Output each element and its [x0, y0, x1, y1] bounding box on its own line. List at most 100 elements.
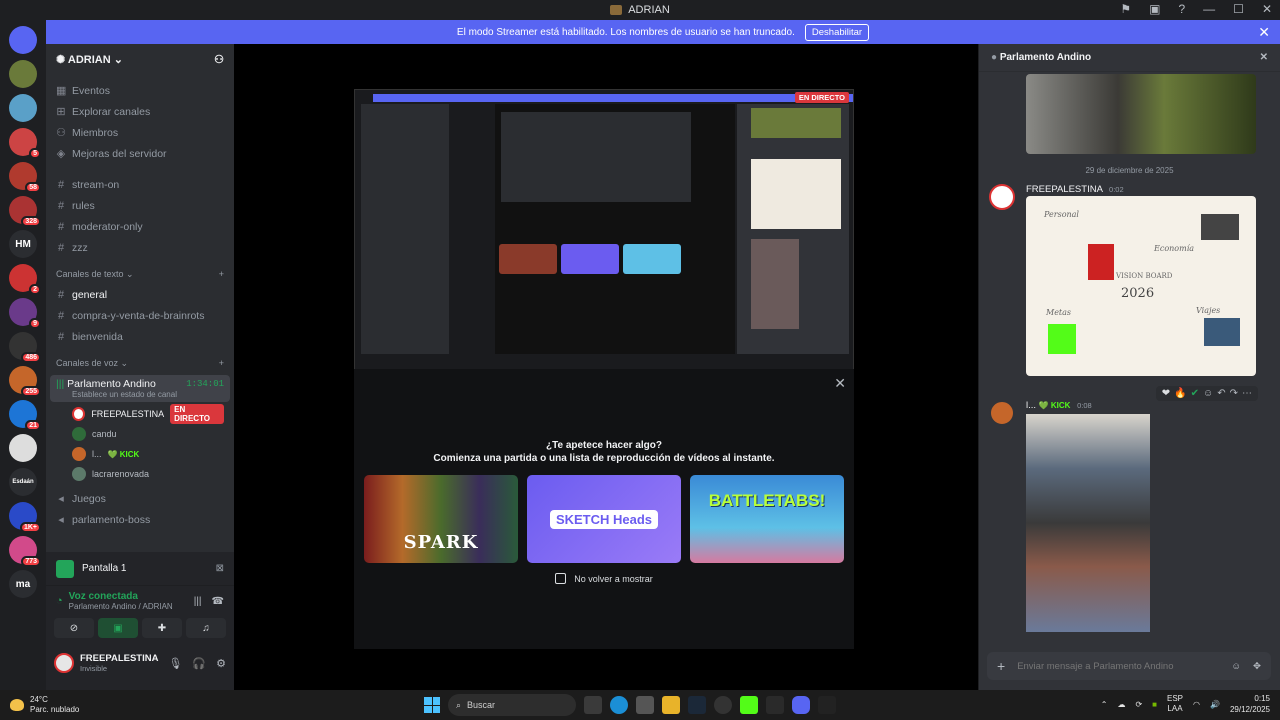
- disconnect-icon[interactable]: ☎: [212, 596, 224, 607]
- server-icon[interactable]: [9, 94, 37, 122]
- message-author[interactable]: FREEPALESTINA: [1026, 184, 1102, 195]
- server-icon[interactable]: 773: [9, 536, 41, 567]
- heart-reaction-icon[interactable]: ❤: [1162, 388, 1170, 399]
- kick-app-icon[interactable]: [740, 696, 758, 714]
- nav-boosts[interactable]: ◈ Mejoras del servidor: [46, 143, 234, 164]
- more-icon[interactable]: ⋯: [1242, 388, 1252, 399]
- stream-view[interactable]: EN DIRECTO: [354, 89, 854, 409]
- volume-icon[interactable]: 🔊: [1210, 700, 1220, 709]
- checkbox[interactable]: [555, 573, 567, 584]
- activity-card-spark[interactable]: SPARK: [364, 475, 518, 563]
- channel-bienvenida[interactable]: # bienvenida: [46, 326, 234, 347]
- user-info[interactable]: FREEPALESTINA Invisible: [80, 653, 158, 673]
- emoji-icon[interactable]: ☺: [1231, 661, 1241, 672]
- reply-icon[interactable]: ↶: [1217, 388, 1225, 399]
- terminal-icon[interactable]: [766, 696, 784, 714]
- server-icon[interactable]: [9, 434, 37, 462]
- server-icon[interactable]: [9, 60, 37, 88]
- voice-user[interactable]: l... 💚 KICK: [46, 444, 234, 464]
- server-icon[interactable]: ma: [9, 570, 37, 598]
- taskbar-search[interactable]: ⌕ Buscar: [448, 694, 576, 716]
- headphones-icon[interactable]: 🎧: [192, 657, 206, 670]
- voice-user[interactable]: candu: [46, 424, 234, 444]
- pin-icon[interactable]: ⚑: [1120, 2, 1131, 16]
- avatar[interactable]: [989, 400, 1015, 426]
- add-channel-icon[interactable]: +: [219, 269, 224, 279]
- nav-events[interactable]: ▦ Eventos: [46, 80, 234, 101]
- signal-icon[interactable]: ◔: [56, 595, 63, 607]
- minimize-button[interactable]: —: [1203, 2, 1215, 16]
- tray-chevron-icon[interactable]: ⌃: [1101, 700, 1108, 709]
- close-icon[interactable]: ✕: [1260, 52, 1268, 63]
- close-icon[interactable]: ✕: [1258, 24, 1270, 41]
- check-reaction-icon[interactable]: ✔: [1191, 388, 1199, 399]
- voice-channel-juegos[interactable]: ◂ Juegos: [46, 488, 234, 509]
- activity-card-battletabs[interactable]: BATTLETABS!: [690, 475, 844, 563]
- add-attachment-icon[interactable]: +: [997, 658, 1005, 674]
- activity-card-sketchheads[interactable]: SKETCH Heads: [527, 475, 681, 563]
- nav-members[interactable]: ⚇ Miembros: [46, 122, 234, 143]
- activities-button[interactable]: ✚: [142, 618, 182, 638]
- voice-channel-parlamento-boss[interactable]: ◂ parlamento-boss: [46, 509, 234, 530]
- emoji-icon[interactable]: ☺: [1203, 388, 1213, 399]
- server-icon[interactable]: 58: [9, 162, 41, 193]
- settings-icon[interactable]: ⚙: [216, 657, 226, 670]
- close-window-button[interactable]: ✕: [1262, 2, 1272, 16]
- inbox-icon[interactable]: ▣: [1149, 2, 1160, 16]
- server-icon[interactable]: 21: [9, 400, 41, 431]
- refresh-icon[interactable]: ⟳: [1135, 700, 1142, 709]
- channel-stream-on[interactable]: # stream-on: [46, 174, 234, 195]
- server-icon[interactable]: 1K+: [9, 502, 41, 533]
- file-explorer-icon[interactable]: [662, 696, 680, 714]
- wifi-icon[interactable]: ◠: [1193, 700, 1200, 709]
- channel-compra-venta[interactable]: # compra-y-venta-de-brainrots: [46, 305, 234, 326]
- channel-general[interactable]: # general: [46, 284, 234, 305]
- noise-suppression-icon[interactable]: |||: [194, 596, 202, 607]
- apps-icon[interactable]: ✥: [1253, 661, 1261, 672]
- stop-share-icon[interactable]: ⊠: [216, 563, 224, 574]
- maximize-button[interactable]: ☐: [1233, 2, 1244, 16]
- server-icon[interactable]: 328: [9, 196, 41, 227]
- avatar[interactable]: [54, 653, 74, 673]
- server-icon[interactable]: HM: [9, 230, 37, 258]
- steam-icon[interactable]: [688, 696, 706, 714]
- voice-channel-status[interactable]: Establece un estado de canal: [72, 390, 224, 399]
- voice-channel-parlamento[interactable]: ||| Parlamento Andino 1:34:01 Establece …: [50, 375, 230, 402]
- category-voice[interactable]: Canales de voz ⌄ +: [46, 353, 234, 373]
- guild-header[interactable]: ✺ ADRIAN ⌄ ⚇: [46, 44, 234, 74]
- voice-user[interactable]: FREEPALESTINA EN DIRECTO: [46, 404, 234, 424]
- soundboard-button[interactable]: ♫: [186, 618, 226, 638]
- clock[interactable]: 0:15 29/12/2025: [1230, 693, 1270, 715]
- disable-streamer-button[interactable]: Deshabilitar: [804, 23, 870, 41]
- task-view-icon[interactable]: [584, 696, 602, 714]
- camera-off-button[interactable]: ⊘: [54, 618, 94, 638]
- voice-user[interactable]: lacrarenovada: [46, 464, 234, 484]
- server-icon[interactable]: 255: [9, 366, 41, 397]
- nav-explore[interactable]: ⊞ Explorar canales: [46, 101, 234, 122]
- edge-icon[interactable]: [610, 696, 628, 714]
- language-indicator[interactable]: ESP LAA: [1167, 694, 1183, 714]
- discord-app-icon[interactable]: [792, 696, 810, 714]
- dont-show-again[interactable]: No volver a mostrar: [354, 573, 854, 584]
- avatar[interactable]: [989, 184, 1015, 210]
- screen-share-button[interactable]: ▣: [98, 618, 138, 638]
- weather-widget[interactable]: 24°C Parc. nublado: [0, 695, 79, 715]
- onedrive-icon[interactable]: ☁: [1117, 700, 1125, 709]
- discord-home-icon[interactable]: [9, 26, 37, 54]
- server-icon[interactable]: 486: [9, 332, 41, 363]
- windows-start-icon[interactable]: [424, 697, 440, 713]
- vision-board-image[interactable]: Personal Economía Metas Viajes VISION BO…: [1026, 196, 1256, 376]
- channel-rules[interactable]: # rules: [46, 195, 234, 216]
- screen-share-panel[interactable]: Pantalla 1 ⊠: [46, 552, 234, 586]
- forward-icon[interactable]: ↷: [1230, 388, 1238, 399]
- channel-zzz[interactable]: # zzz: [46, 237, 234, 258]
- message-input[interactable]: [1017, 660, 1220, 672]
- invite-icon[interactable]: ⚇: [214, 53, 224, 66]
- collage-image[interactable]: [1026, 414, 1150, 632]
- microphone-icon[interactable]: 🎙: [168, 657, 182, 670]
- store-icon[interactable]: [636, 696, 654, 714]
- help-icon[interactable]: ?: [1178, 2, 1185, 16]
- server-icon[interactable]: 9: [9, 298, 41, 329]
- server-icon[interactable]: Esdaán: [9, 468, 37, 496]
- server-icon[interactable]: 2: [9, 264, 41, 295]
